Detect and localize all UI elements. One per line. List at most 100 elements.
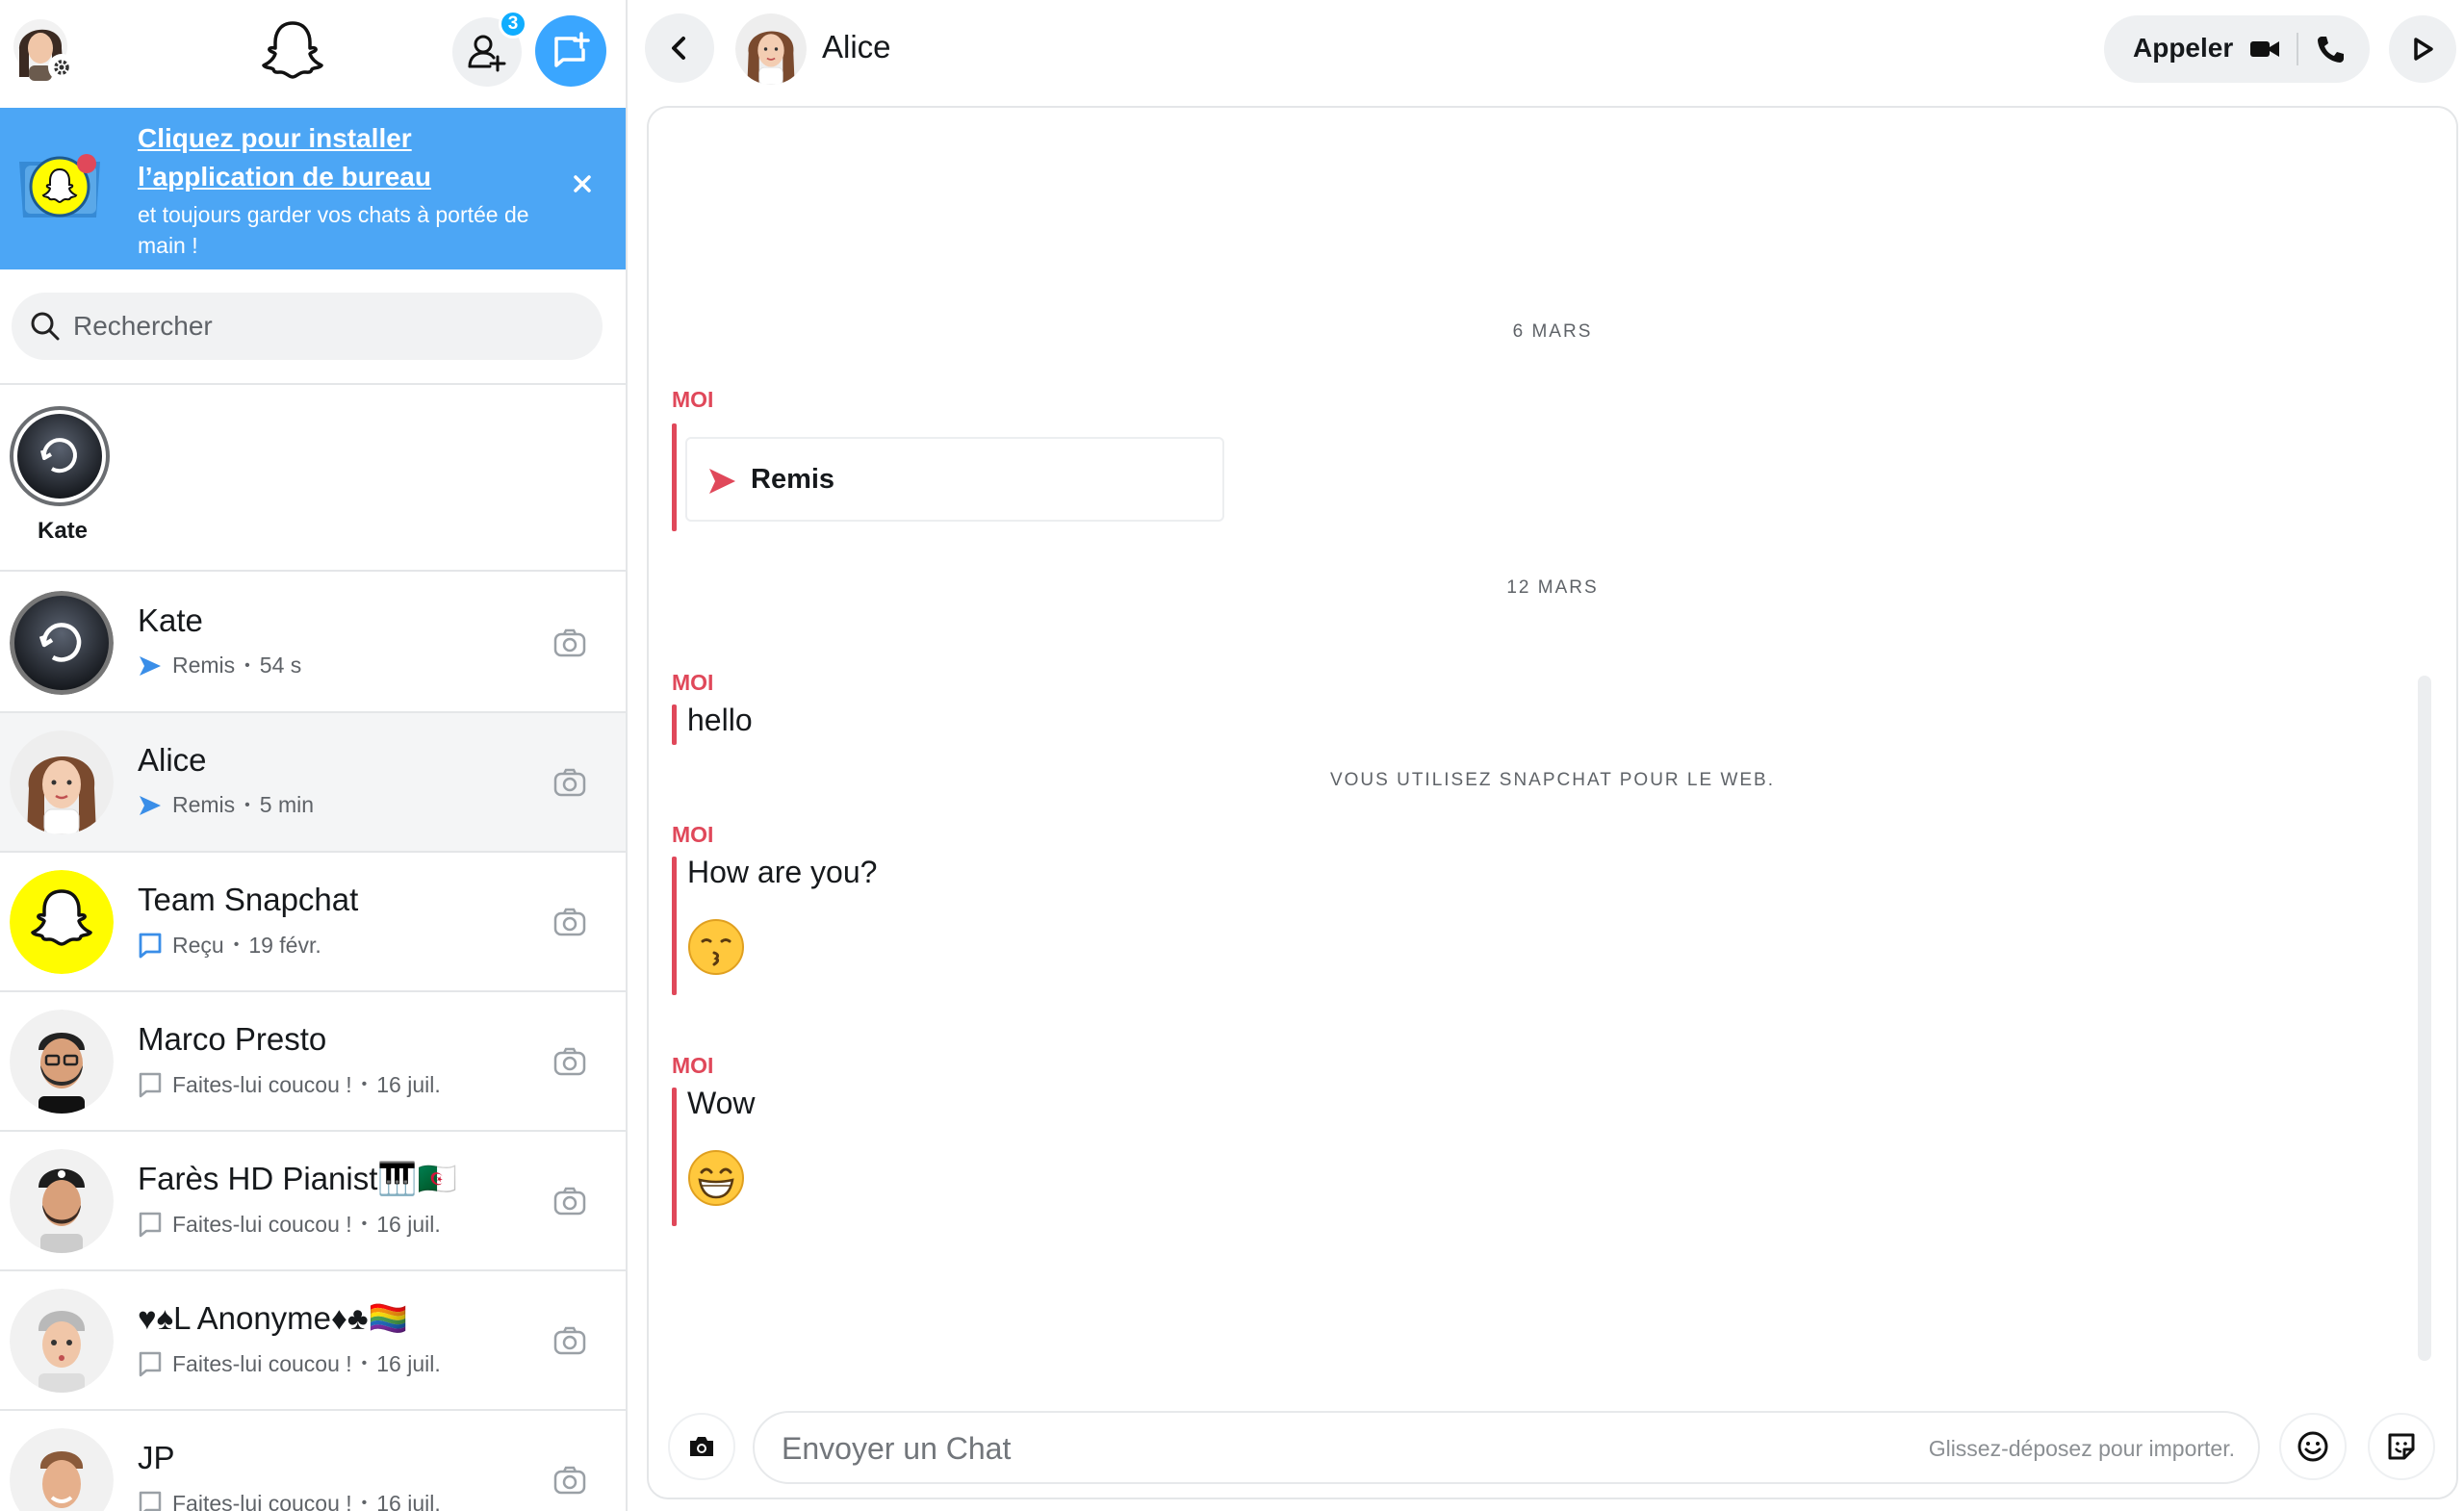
separator-dot: • xyxy=(244,796,250,813)
play-icon xyxy=(2414,38,2433,61)
phone-icon[interactable] xyxy=(2314,33,2347,65)
chat-time: 16 juil. xyxy=(376,1211,441,1237)
chat-time: 16 juil. xyxy=(376,1490,441,1511)
chat-status: Faites-lui coucou ! • 16 juil. xyxy=(138,1211,441,1238)
chat-status-text: Remis xyxy=(172,653,236,678)
chat-name: ♥♠L Anonyme♦♣🏳️‍🌈 xyxy=(138,1300,408,1336)
chat-row-anonyme[interactable]: ♥♠L Anonyme♦♣🏳️‍🌈 Faites-lui coucou ! • … xyxy=(0,1271,626,1411)
chat-status-text: Reçu xyxy=(172,932,224,958)
search-input[interactable] xyxy=(73,302,574,350)
chat-name: Marco Presto xyxy=(138,1021,327,1057)
add-friend-icon xyxy=(468,35,506,72)
camera-icon[interactable] xyxy=(552,765,587,800)
banner-install-link[interactable]: Cliquez pour installer l’application de … xyxy=(138,119,561,196)
chat-panel: Alice Appeler 6 MARS MOI Remis 12 MARS M… xyxy=(628,0,2464,1511)
message-bar xyxy=(672,704,677,745)
chat-status-text: Remis xyxy=(172,792,236,817)
chat-row-marco-presto[interactable]: Marco Presto Faites-lui coucou ! • 16 ju… xyxy=(0,992,626,1132)
contact-avatar[interactable] xyxy=(735,13,807,85)
message-text[interactable]: Wow xyxy=(687,1086,756,1121)
conversation-area[interactable]: 6 MARS MOI Remis 12 MARS MOI hello VOUS … xyxy=(647,106,2458,1499)
avatar xyxy=(10,1010,114,1114)
play-button[interactable] xyxy=(2389,15,2456,83)
chat-name: Alice xyxy=(138,742,207,778)
grinning-face-emoji-icon[interactable] xyxy=(687,1149,745,1207)
divider xyxy=(2297,33,2298,65)
chat-time: 5 min xyxy=(259,792,315,817)
avatar xyxy=(10,591,114,695)
scrollbar[interactable] xyxy=(2418,676,2431,1361)
camera-icon[interactable] xyxy=(552,905,587,939)
chat-name: Kate xyxy=(138,602,203,638)
settings-gear-icon[interactable] xyxy=(48,54,75,81)
sent-snap-label: Remis xyxy=(751,464,835,495)
message-text[interactable]: hello xyxy=(687,703,753,738)
chat-row-jp[interactable]: JP Faites-lui coucou ! • 16 juil. xyxy=(0,1411,626,1511)
sticker-button[interactable] xyxy=(2368,1413,2435,1480)
new-chat-button[interactable] xyxy=(535,15,606,87)
chat-status-text: Faites-lui coucou ! xyxy=(172,1350,352,1376)
avatar xyxy=(10,730,114,834)
sidebar: 3 Cliquez pour installer l’application d… xyxy=(0,0,628,1511)
delivered-arrow-icon xyxy=(140,655,161,676)
new-chat-icon xyxy=(554,32,590,67)
ghost-logo-icon[interactable] xyxy=(260,17,325,83)
sender-label: MOI xyxy=(672,387,714,412)
chat-input-wrapper[interactable]: Glissez-déposez pour importer. xyxy=(753,1411,2260,1484)
kissing-face-emoji-icon[interactable] xyxy=(687,918,745,976)
story-item-kate[interactable]: Kate xyxy=(10,406,116,545)
chat-row-alice[interactable]: Alice Remis • 5 min xyxy=(0,713,626,853)
camera-icon[interactable] xyxy=(552,1323,587,1358)
separator-dot: • xyxy=(361,1216,368,1232)
chat-time: 19 févr. xyxy=(248,932,321,958)
chat-row-fares[interactable]: Farès HD Pianist🎹🇩🇿 Faites-lui coucou ! … xyxy=(0,1132,626,1271)
camera-icon[interactable] xyxy=(552,1044,587,1079)
chat-status-text: Faites-lui coucou ! xyxy=(172,1071,352,1097)
empty-chat-icon xyxy=(139,1072,162,1098)
back-button[interactable] xyxy=(645,13,714,83)
chat-time: 16 juil. xyxy=(376,1071,441,1097)
chat-time: 16 juil. xyxy=(376,1350,441,1376)
avatar xyxy=(10,1428,114,1511)
separator-dot: • xyxy=(361,1355,368,1371)
sender-label: MOI xyxy=(672,1053,714,1078)
delivered-arrow-icon xyxy=(140,795,161,815)
emoji-button[interactable] xyxy=(2279,1413,2347,1480)
message-bar xyxy=(672,857,677,995)
message-text[interactable]: How are you? xyxy=(687,855,877,890)
call-button[interactable]: Appeler xyxy=(2104,15,2370,83)
chat-input[interactable] xyxy=(782,1424,1840,1473)
sent-snap-arrow-icon xyxy=(709,469,735,494)
camera-icon[interactable] xyxy=(552,626,587,660)
stories-row: Kate xyxy=(0,385,626,572)
chat-status: Reçu • 19 févr. xyxy=(138,932,321,959)
story-name: Kate xyxy=(37,518,89,544)
date-separator: 6 MARS xyxy=(1512,321,1593,342)
camera-icon[interactable] xyxy=(552,1184,587,1218)
chat-row-team-snapchat[interactable]: Team Snapchat Reçu • 19 févr. xyxy=(0,853,626,992)
search-bar[interactable] xyxy=(12,293,603,360)
contact-name[interactable]: Alice xyxy=(822,29,891,65)
message-bar xyxy=(672,423,677,531)
empty-chat-icon xyxy=(139,1351,162,1377)
sticker-icon xyxy=(2388,1433,2415,1460)
story-avatar xyxy=(10,406,110,506)
camera-icon[interactable] xyxy=(552,1463,587,1498)
separator-dot: • xyxy=(361,1076,368,1092)
install-desktop-banner[interactable]: Cliquez pour installer l’application de … xyxy=(0,108,626,269)
chat-status: Faites-lui coucou ! • 16 juil. xyxy=(138,1350,441,1377)
banner-close-icon[interactable] xyxy=(568,169,597,198)
chat-status-text: Faites-lui coucou ! xyxy=(172,1211,352,1237)
avatar xyxy=(10,870,114,974)
snapchat-app-icon xyxy=(13,141,106,233)
my-bitmoji-avatar[interactable] xyxy=(13,15,75,81)
camera-button[interactable] xyxy=(668,1413,735,1480)
avatar xyxy=(10,1149,114,1253)
chat-status-text: Faites-lui coucou ! xyxy=(172,1490,352,1511)
empty-chat-icon xyxy=(139,1212,162,1238)
chat-row-kate[interactable]: Kate Remis • 54 s xyxy=(0,574,626,713)
sent-snap-card[interactable]: Remis xyxy=(685,437,1224,522)
video-call-icon[interactable] xyxy=(2248,35,2281,64)
sender-label: MOI xyxy=(672,670,714,695)
chevron-left-icon xyxy=(672,37,685,60)
